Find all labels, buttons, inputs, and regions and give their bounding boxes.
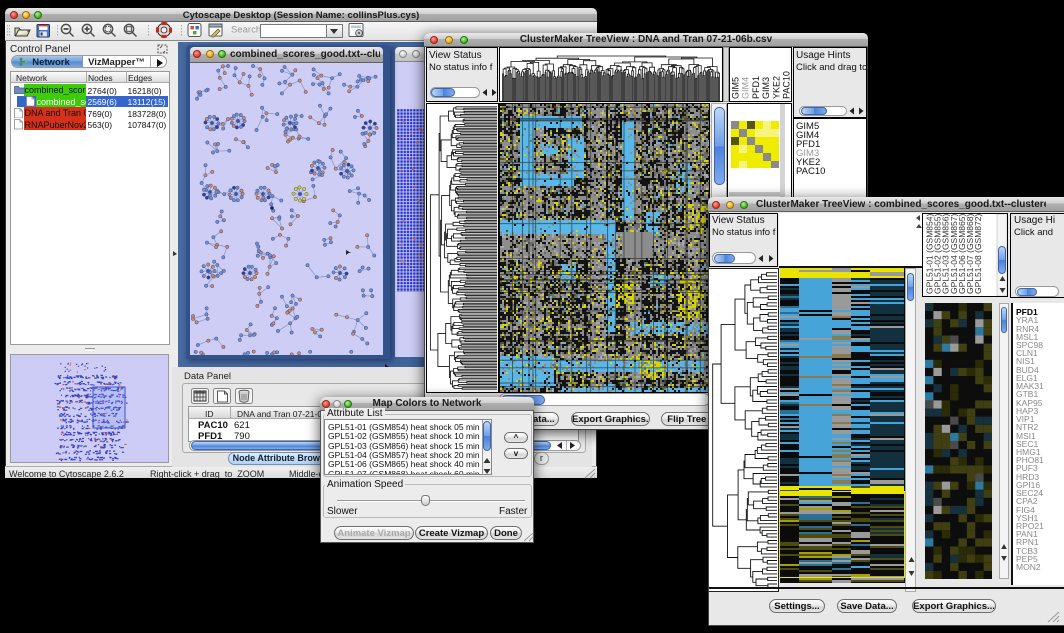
svg-text:Search:: Search: <box>231 25 264 36</box>
svg-text:GIM3: GIM3 <box>761 77 771 99</box>
svg-text:YKE2: YKE2 <box>771 76 781 99</box>
svg-text:GIM4: GIM4 <box>741 77 751 99</box>
svg-text:PAC10: PAC10 <box>782 71 792 99</box>
svg-text:GIM5: GIM5 <box>731 77 741 99</box>
svg-text:PFD1: PFD1 <box>751 76 761 99</box>
svg-text:GPL51-08 (GSM872): GPL51-08 (GSM872) <box>973 214 983 294</box>
